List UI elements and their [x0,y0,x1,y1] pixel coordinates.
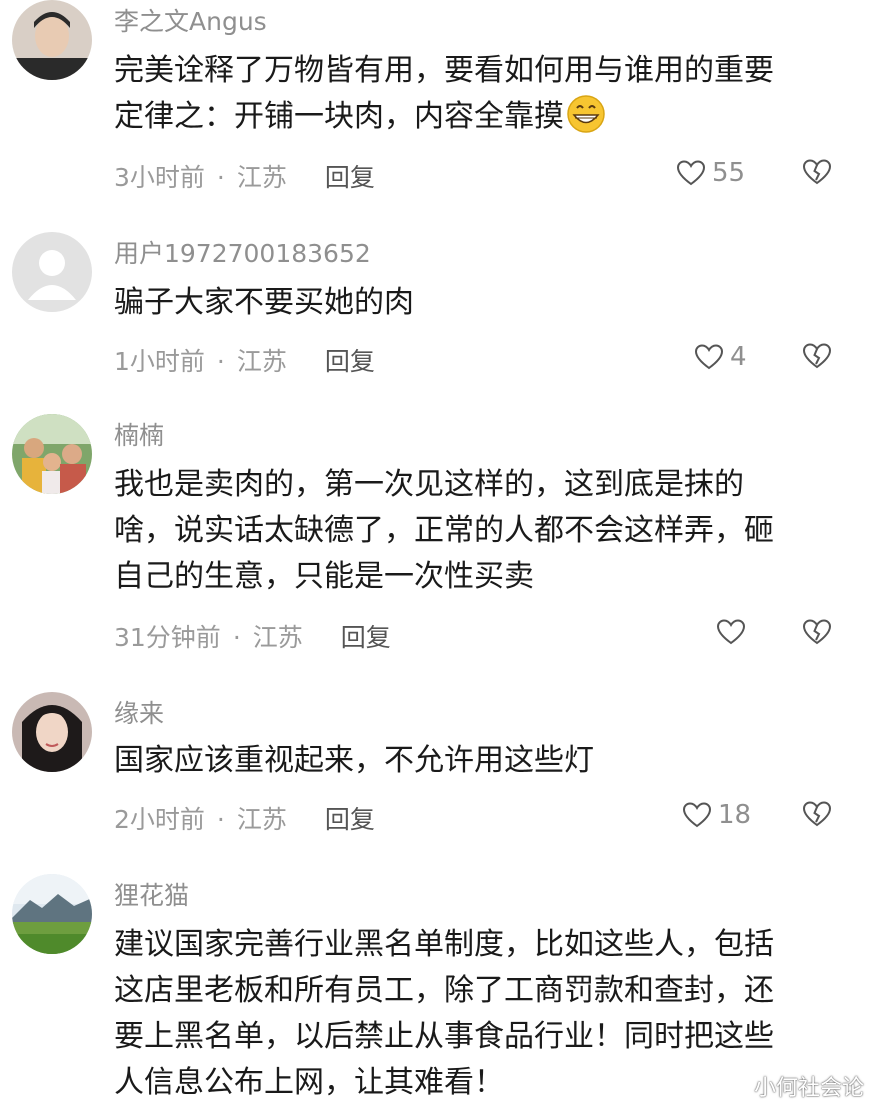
comment-text: 建议国家完善行业黑名单制度，比如这些人，包括 这店里老板和所有员工，除了工商罚款… [114,922,844,1106]
watermark: 小何社会论 [753,1076,864,1101]
username[interactable]: 楠楠 [114,416,164,452]
like-button[interactable]: 18 [682,800,751,830]
comment-line: 要上黑名单，以后禁止从事食品行业！同时把这些 [114,1019,774,1054]
comment-line: 骗子大家不要买她的肉 [114,285,414,320]
like-count: 55 [712,158,746,188]
broken-heart-icon[interactable] [802,800,832,828]
reply-button[interactable]: 回复 [341,623,391,652]
comment-text: 完美诠释了万物皆有用，要看如何用与谁用的重要 定律之：开铺一块肉，内容全靠摸 [114,48,844,148]
comment-line: 建议国家完善行业黑名单制度，比如这些人，包括 [114,927,774,962]
reply-button[interactable]: 回复 [325,805,375,834]
comment-text: 国家应该重视起来，不允许用这些灯 [114,738,844,784]
avatar[interactable] [12,874,92,954]
timestamp: 3小时前 [114,163,205,192]
comment-line: 我也是卖肉的，第一次见这样的，这到底是抹的 [114,467,744,502]
like-button[interactable] [716,618,752,646]
username[interactable]: 用户1972700183652 [114,234,371,270]
comment-line: 人信息公布上网，让其难看！ [114,1065,504,1100]
grinning-face-icon [564,94,608,148]
location: 江苏 [252,623,303,652]
username[interactable]: 缘来 [114,694,164,730]
like-button[interactable]: 4 [694,342,747,372]
comment-line: 定律之：开铺一块肉，内容全靠摸 [114,99,564,134]
avatar[interactable] [12,232,92,312]
timestamp: 1小时前 [114,347,205,376]
comment-line: 啥，说实话太缺德了，正常的人都不会这样弄，砸 [114,513,774,548]
comment-text: 骗子大家不要买她的肉 [114,280,844,326]
comment-line: 这店里老板和所有员工，除了工商罚款和查封，还 [114,973,774,1008]
like-count: 18 [718,800,752,830]
reply-button[interactable]: 回复 [325,347,375,376]
avatar[interactable] [12,414,92,494]
heart-outline-icon [716,619,746,645]
location: 江苏 [236,347,287,376]
avatar[interactable] [12,0,92,80]
like-count: 4 [730,342,747,372]
comment-meta: 31分钟前 · 江苏 回复 [114,623,391,652]
comment-meta: 2小时前 · 江苏 回复 [114,805,375,834]
broken-heart-icon[interactable] [802,342,832,370]
heart-outline-icon [694,344,724,370]
avatar[interactable] [12,692,92,772]
location: 江苏 [236,163,287,192]
timestamp: 31分钟前 [114,623,221,652]
comment-line: 自己的生意，只能是一次性买卖 [114,559,534,594]
comment-text: 我也是卖肉的，第一次见这样的，这到底是抹的 啥，说实话太缺德了，正常的人都不会这… [114,462,844,600]
comment-line: 国家应该重视起来，不允许用这些灯 [114,743,594,778]
like-button[interactable]: 55 [676,158,745,188]
comment-meta: 3小时前 · 江苏 回复 [114,163,375,192]
heart-outline-icon [682,802,712,828]
username[interactable]: 狸花猫 [114,876,189,912]
comment-line: 完美诠释了万物皆有用，要看如何用与谁用的重要 [114,53,774,88]
broken-heart-icon[interactable] [802,158,832,186]
timestamp: 2小时前 [114,805,205,834]
reply-button[interactable]: 回复 [325,163,375,192]
username[interactable]: 李之文Angus [114,2,267,38]
comment-meta: 1小时前 · 江苏 回复 [114,347,375,376]
heart-outline-icon [676,160,706,186]
location: 江苏 [236,805,287,834]
broken-heart-icon[interactable] [802,618,832,646]
